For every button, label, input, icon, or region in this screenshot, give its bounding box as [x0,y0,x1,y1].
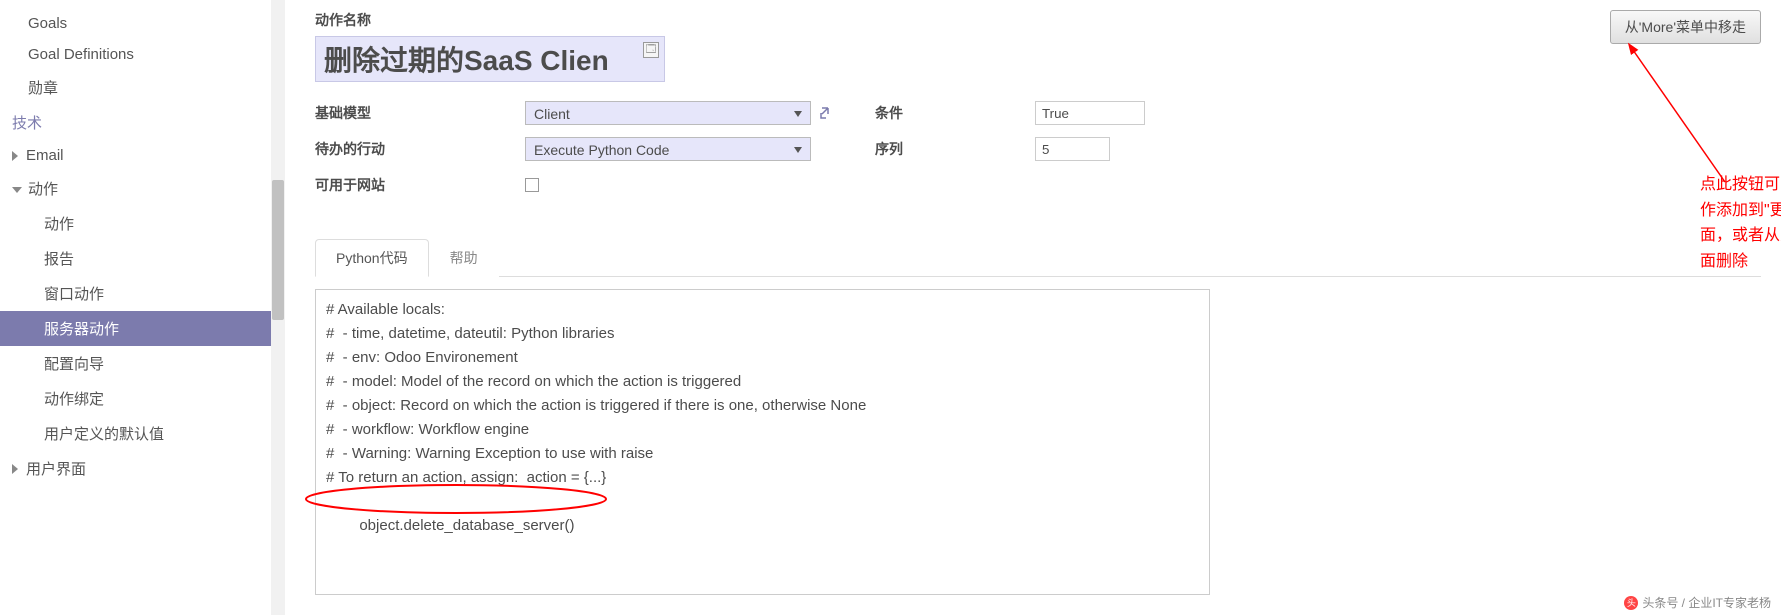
sidebar-item-server-actions[interactable]: 服务器动作 [0,311,285,346]
code-line: # - env: Odoo Environement [326,346,1199,370]
sequence-label: 序列 [835,139,1035,159]
code-line: # - workflow: Workflow engine [326,418,1199,442]
sidebar-item-user-defaults[interactable]: 用户定义的默认值 [0,416,285,451]
sidebar-item-window-actions[interactable]: 窗口动作 [0,276,285,311]
todo-label: 待办的行动 [315,139,525,159]
caret-down-icon [12,187,22,193]
python-code-textarea[interactable]: # Available locals: # - time, datetime, … [315,289,1210,595]
remove-from-more-button[interactable]: 从'More'菜单中移走 [1610,10,1761,44]
sidebar-section-tech: 技术 [0,105,285,140]
tab-help[interactable]: 帮助 [429,239,499,277]
code-line: # - object: Record on which the action i… [326,394,1199,418]
sidebar: Goals Goal Definitions 勋章 技术 Email 动作 动作… [0,0,285,615]
website-checkbox[interactable] [525,178,539,192]
translate-icon[interactable]: 🗔 [643,42,659,58]
tab-python-code[interactable]: Python代码 [315,239,429,277]
todo-select[interactable]: Execute Python Code [525,137,811,161]
title-label: 动作名称 [315,10,1610,30]
sidebar-item-goal-definitions[interactable]: Goal Definitions [0,39,285,70]
website-label: 可用于网站 [315,175,525,195]
code-line: # Available locals: [326,298,1199,322]
code-line: # - Warning: Warning Exception to use wi… [326,442,1199,466]
code-line: # To return an action, assign: action = … [326,466,1199,490]
caret-right-icon [12,151,18,161]
sidebar-item-reports[interactable]: 报告 [0,241,285,276]
sidebar-item-badges[interactable]: 勋章 [0,70,285,105]
external-link-icon[interactable] [819,105,835,121]
main-content: 动作名称 删除过期的SaaS Clien 🗔 从'More'菜单中移走 基础模型… [285,0,1781,615]
scrollbar-track[interactable] [271,0,285,615]
sequence-input[interactable] [1035,137,1110,161]
action-name-input[interactable]: 删除过期的SaaS Clien [315,36,665,82]
annotation-text: 点此按钮可以将动作添加到"更多"下面，或者从更多里面删除 [1700,172,1781,274]
code-line: # - model: Model of the record on which … [326,370,1199,394]
condition-input[interactable] [1035,101,1145,125]
base-model-label: 基础模型 [315,103,525,123]
caret-right-icon [12,464,18,474]
sidebar-item-actions[interactable]: 动作 [0,171,285,206]
sidebar-item-config-wizard[interactable]: 配置向导 [0,346,285,381]
sidebar-item-actions-sub[interactable]: 动作 [0,206,285,241]
sidebar-item-goals[interactable]: Goals [0,8,285,39]
scrollbar-thumb[interactable] [272,180,284,320]
base-model-select[interactable]: Client [525,101,811,125]
code-line: # - time, datetime, dateutil: Python lib… [326,322,1199,346]
watermark-icon: 头 [1624,596,1638,610]
condition-label: 条件 [835,103,1035,123]
sidebar-item-action-binding[interactable]: 动作绑定 [0,381,285,416]
sidebar-item-email[interactable]: Email [0,140,285,171]
sidebar-item-ui[interactable]: 用户界面 [0,451,285,486]
tabs: Python代码 帮助 [315,238,1761,277]
watermark: 头 头条号 / 企业IT专家老杨 [1624,594,1771,611]
code-line-highlighted: object.delete_database_server() [326,490,574,586]
